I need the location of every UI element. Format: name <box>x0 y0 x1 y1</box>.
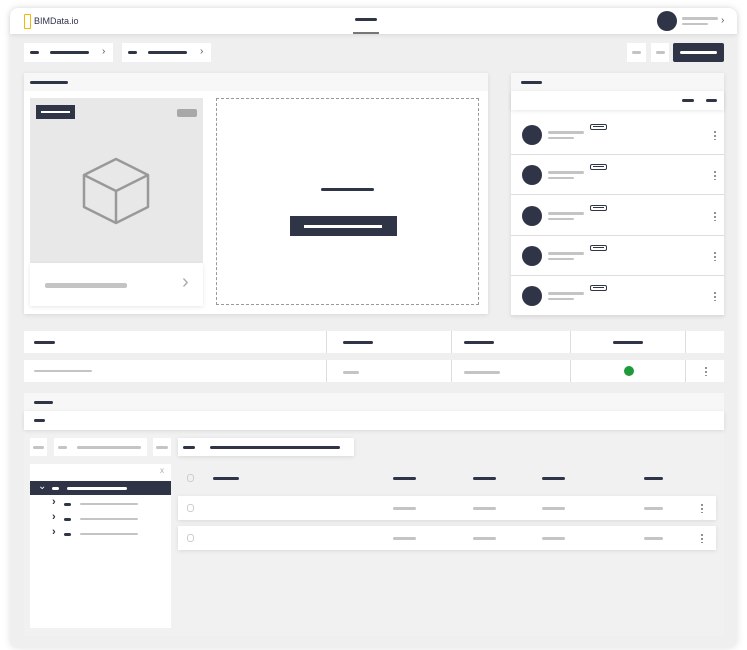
nav-tab-indicator <box>353 32 379 34</box>
more-options-icon[interactable] <box>714 210 716 221</box>
member-list-item[interactable] <box>511 155 724 196</box>
logo-text[interactable]: BIMData.io <box>34 16 79 26</box>
files-breadcrumb-2[interactable] <box>54 438 147 456</box>
files-tabs <box>24 411 724 430</box>
member-list-item[interactable] <box>511 115 724 155</box>
role-badge <box>590 124 607 130</box>
user-menu-chevron-icon[interactable]: › <box>721 15 724 26</box>
members-tabs <box>511 91 724 110</box>
member-avatar <box>522 125 542 145</box>
more-options-icon[interactable] <box>714 170 716 181</box>
breadcrumb-space[interactable]: › <box>24 43 113 62</box>
logo-icon <box>24 14 31 29</box>
tree-item[interactable]: › <box>30 496 171 510</box>
more-options-icon[interactable] <box>714 291 716 302</box>
chevron-right-icon: › <box>102 46 106 57</box>
member-list-item[interactable] <box>511 236 724 276</box>
chevron-right-icon: › <box>182 271 189 293</box>
close-icon[interactable]: x <box>160 466 164 475</box>
user-email <box>682 23 708 25</box>
chevron-right-icon: › <box>200 46 204 57</box>
user-avatar[interactable] <box>657 11 677 31</box>
role-badge <box>590 164 607 171</box>
chevron-right-icon: › <box>52 511 56 523</box>
member-list-item[interactable] <box>511 276 724 317</box>
files-breadcrumb-3[interactable] <box>153 438 171 456</box>
row-checkbox[interactable] <box>187 504 194 512</box>
nav-tab-projects[interactable] <box>355 18 377 21</box>
action-button-2[interactable] <box>651 43 669 62</box>
user-name <box>682 17 718 20</box>
member-list-item[interactable] <box>511 196 724 236</box>
file-row[interactable] <box>178 496 716 520</box>
role-badge <box>590 285 607 292</box>
role-badge <box>590 244 607 251</box>
model-thumbnail[interactable] <box>30 98 203 263</box>
cube-icon <box>82 157 150 225</box>
upload-dropzone[interactable] <box>216 98 479 305</box>
tree-item[interactable]: › <box>30 511 171 525</box>
tree-item-root[interactable]: ⌄ <box>30 481 171 495</box>
chevron-right-icon: › <box>52 526 56 538</box>
files-header <box>24 393 724 411</box>
files-breadcrumb-1[interactable] <box>30 438 47 456</box>
top-bar <box>10 8 737 34</box>
breadcrumb-project[interactable]: › <box>122 43 211 62</box>
role-badge <box>590 204 607 211</box>
models-table-row[interactable] <box>24 360 724 382</box>
folder-tree: x ⌄ › › › <box>30 464 171 628</box>
more-options-icon[interactable] <box>701 503 703 513</box>
files-table-header <box>178 470 724 488</box>
member-avatar <box>522 245 542 266</box>
member-avatar <box>522 165 542 186</box>
files-breadcrumb-current[interactable] <box>178 438 354 456</box>
more-options-icon[interactable] <box>705 366 707 376</box>
member-avatar <box>522 205 542 226</box>
action-button-1[interactable] <box>627 43 646 62</box>
upload-button[interactable] <box>290 216 397 236</box>
primary-action-button[interactable] <box>673 43 724 62</box>
status-indicator <box>624 366 634 376</box>
row-checkbox[interactable] <box>187 534 194 542</box>
member-avatar <box>522 286 542 307</box>
file-row[interactable] <box>178 526 716 550</box>
project-card-header <box>24 73 488 91</box>
chevron-right-icon: › <box>52 496 56 508</box>
more-options-icon[interactable] <box>714 130 716 140</box>
more-options-icon[interactable] <box>701 533 703 543</box>
model-footer[interactable]: › <box>30 263 203 306</box>
more-options-icon[interactable] <box>714 250 716 261</box>
models-table-header <box>24 331 724 353</box>
tree-item[interactable]: › <box>30 526 171 540</box>
chevron-down-icon: ⌄ <box>38 481 47 492</box>
select-all-checkbox[interactable] <box>187 474 194 482</box>
members-header <box>511 73 724 91</box>
